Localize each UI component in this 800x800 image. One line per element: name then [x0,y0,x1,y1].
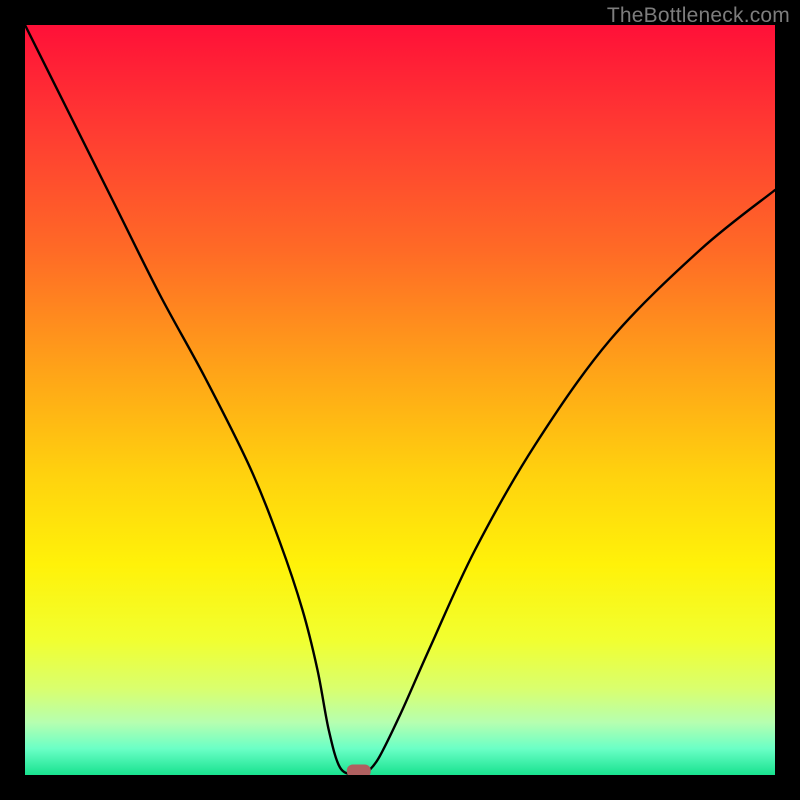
chart-frame: TheBottleneck.com [0,0,800,800]
gradient-background [25,25,775,775]
bottleneck-chart [25,25,775,775]
plot-area [25,25,775,775]
watermark-text: TheBottleneck.com [607,4,790,28]
optimal-marker [347,765,371,776]
